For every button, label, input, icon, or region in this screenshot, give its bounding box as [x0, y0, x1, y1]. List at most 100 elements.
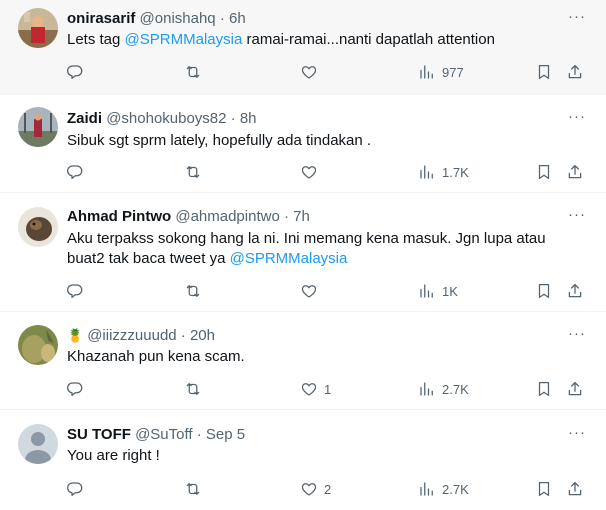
share-icon — [566, 282, 584, 300]
more-icon[interactable]: ··· — [568, 425, 586, 440]
retweet-button[interactable] — [184, 162, 208, 182]
views-button[interactable]: 977 — [418, 62, 464, 82]
share-button[interactable] — [566, 62, 584, 82]
tweet-text: Aku terpakss sokong hang la ni. Ini mema… — [67, 229, 587, 269]
views-icon — [418, 63, 436, 81]
like-button[interactable]: 1 — [300, 379, 331, 399]
view-count: 1.7K — [442, 164, 469, 180]
timestamp[interactable]: Sep 5 — [206, 426, 245, 443]
user-handle[interactable]: @onishahq — [140, 10, 216, 27]
display-name[interactable]: SU TOFF — [67, 426, 131, 443]
like-count: 1 — [324, 381, 332, 397]
share-button[interactable] — [566, 162, 584, 182]
reply-button[interactable] — [66, 479, 90, 499]
views-icon — [418, 163, 436, 181]
retweet-button[interactable] — [184, 379, 208, 399]
share-button[interactable] — [566, 379, 584, 399]
timestamp[interactable]: 8h — [240, 110, 257, 127]
bookmark-icon — [535, 163, 553, 181]
user-handle[interactable]: @shohokuboys82 — [106, 110, 226, 127]
tweet-actions: 1.7K — [0, 162, 606, 182]
display-name[interactable]: onirasarif — [67, 10, 135, 27]
tweet-header: SU TOFF @SuToff · Sep 5 — [67, 426, 245, 444]
avatar[interactable] — [18, 107, 58, 147]
separator-dot: · — [283, 208, 289, 225]
bookmark-button[interactable] — [535, 479, 553, 499]
views-icon — [418, 480, 436, 498]
tweet[interactable]: Zaidi @shohokuboys82 · 8h ··· Sibuk sgt … — [0, 95, 606, 193]
reply-button[interactable] — [66, 162, 90, 182]
views-button[interactable]: 1K — [418, 281, 458, 301]
tweet-header: Ahmad Pintwo @ahmadpintwo · 7h — [67, 208, 310, 226]
retweet-button[interactable] — [184, 62, 208, 82]
bookmark-icon — [535, 282, 553, 300]
tweet-text-part: buat2 tak baca tweet ya — [67, 250, 230, 267]
mention-link[interactable]: @SPRMMalaysia — [230, 250, 348, 267]
avatar[interactable] — [18, 8, 58, 48]
bookmark-button[interactable] — [535, 379, 553, 399]
like-button[interactable] — [300, 62, 324, 82]
bookmark-button[interactable] — [535, 162, 553, 182]
retweet-icon — [184, 480, 202, 498]
mention-link[interactable]: @SPRMMalaysia — [125, 31, 243, 48]
share-icon — [566, 480, 584, 498]
view-count: 1K — [442, 283, 458, 299]
more-icon[interactable]: ··· — [568, 207, 586, 222]
views-icon — [418, 380, 436, 398]
tweet[interactable]: SU TOFF @SuToff · Sep 5 ··· You are righ… — [0, 410, 606, 510]
more-icon[interactable]: ··· — [568, 9, 586, 24]
separator-dot: · — [180, 327, 186, 344]
bookmark-button[interactable] — [535, 62, 553, 82]
tweet[interactable]: 🍍 @iiizzzuuudd · 20h ··· Khazanah pun ken… — [0, 312, 606, 410]
like-button[interactable]: 2 — [300, 479, 331, 499]
share-button[interactable] — [566, 281, 584, 301]
tweet-text: Sibuk sgt sprm lately, hopefully ada tin… — [67, 132, 372, 149]
retweet-icon — [184, 380, 202, 398]
avatar[interactable] — [18, 207, 58, 247]
user-handle[interactable]: @SuToff — [135, 426, 192, 443]
reply-icon — [66, 380, 84, 398]
share-button[interactable] — [566, 479, 584, 499]
display-name[interactable]: Zaidi — [67, 110, 102, 127]
like-button[interactable] — [300, 162, 324, 182]
reply-icon — [66, 480, 84, 498]
tweet-actions: 1 2.7K — [0, 379, 606, 399]
retweet-button[interactable] — [184, 479, 208, 499]
tweet-actions: 1K — [0, 281, 606, 301]
tweet[interactable]: onirasarif @onishahq · 6h ··· Lets tag @… — [0, 0, 606, 95]
timestamp[interactable]: 20h — [190, 327, 215, 344]
user-handle[interactable]: @iiizzzuuudd — [87, 327, 176, 344]
timestamp[interactable]: 7h — [293, 208, 310, 225]
reply-button[interactable] — [66, 379, 90, 399]
separator-dot: · — [196, 426, 202, 443]
retweet-icon — [184, 163, 202, 181]
avatar[interactable] — [18, 424, 58, 464]
tweet-header: Zaidi @shohokuboys82 · 8h — [67, 110, 257, 128]
reply-icon — [66, 282, 84, 300]
more-icon[interactable]: ··· — [568, 109, 586, 124]
separator-dot: · — [230, 110, 236, 127]
user-handle[interactable]: @ahmadpintwo — [175, 208, 279, 225]
avatar[interactable] — [18, 325, 58, 365]
reply-button[interactable] — [66, 281, 90, 301]
retweet-button[interactable] — [184, 281, 208, 301]
tweet-text: You are right ! — [67, 447, 160, 464]
tweet[interactable]: Ahmad Pintwo @ahmadpintwo · 7h ··· Aku t… — [0, 193, 606, 312]
views-button[interactable]: 1.7K — [418, 162, 469, 182]
tweet-text-part: ramai-ramai...nanti dapatlah attention — [242, 31, 495, 48]
display-name[interactable]: Ahmad Pintwo — [67, 208, 171, 225]
reply-icon — [66, 63, 84, 81]
view-count: 977 — [442, 64, 464, 80]
tweet-text-part: Lets tag — [67, 31, 125, 48]
timestamp[interactable]: 6h — [229, 10, 246, 27]
like-button[interactable] — [300, 281, 324, 301]
more-icon[interactable]: ··· — [568, 326, 586, 341]
display-name[interactable]: 🍍 — [67, 328, 83, 343]
bookmark-button[interactable] — [535, 281, 553, 301]
reply-button[interactable] — [66, 62, 90, 82]
tweet-actions: 2 2.7K — [0, 479, 606, 499]
views-button[interactable]: 2.7K — [418, 379, 469, 399]
tweet-text-line: buat2 tak baca tweet ya @SPRMMalaysia — [67, 249, 587, 269]
views-button[interactable]: 2.7K — [418, 479, 469, 499]
tweet-header: 🍍 @iiizzzuuudd · 20h — [67, 327, 215, 345]
